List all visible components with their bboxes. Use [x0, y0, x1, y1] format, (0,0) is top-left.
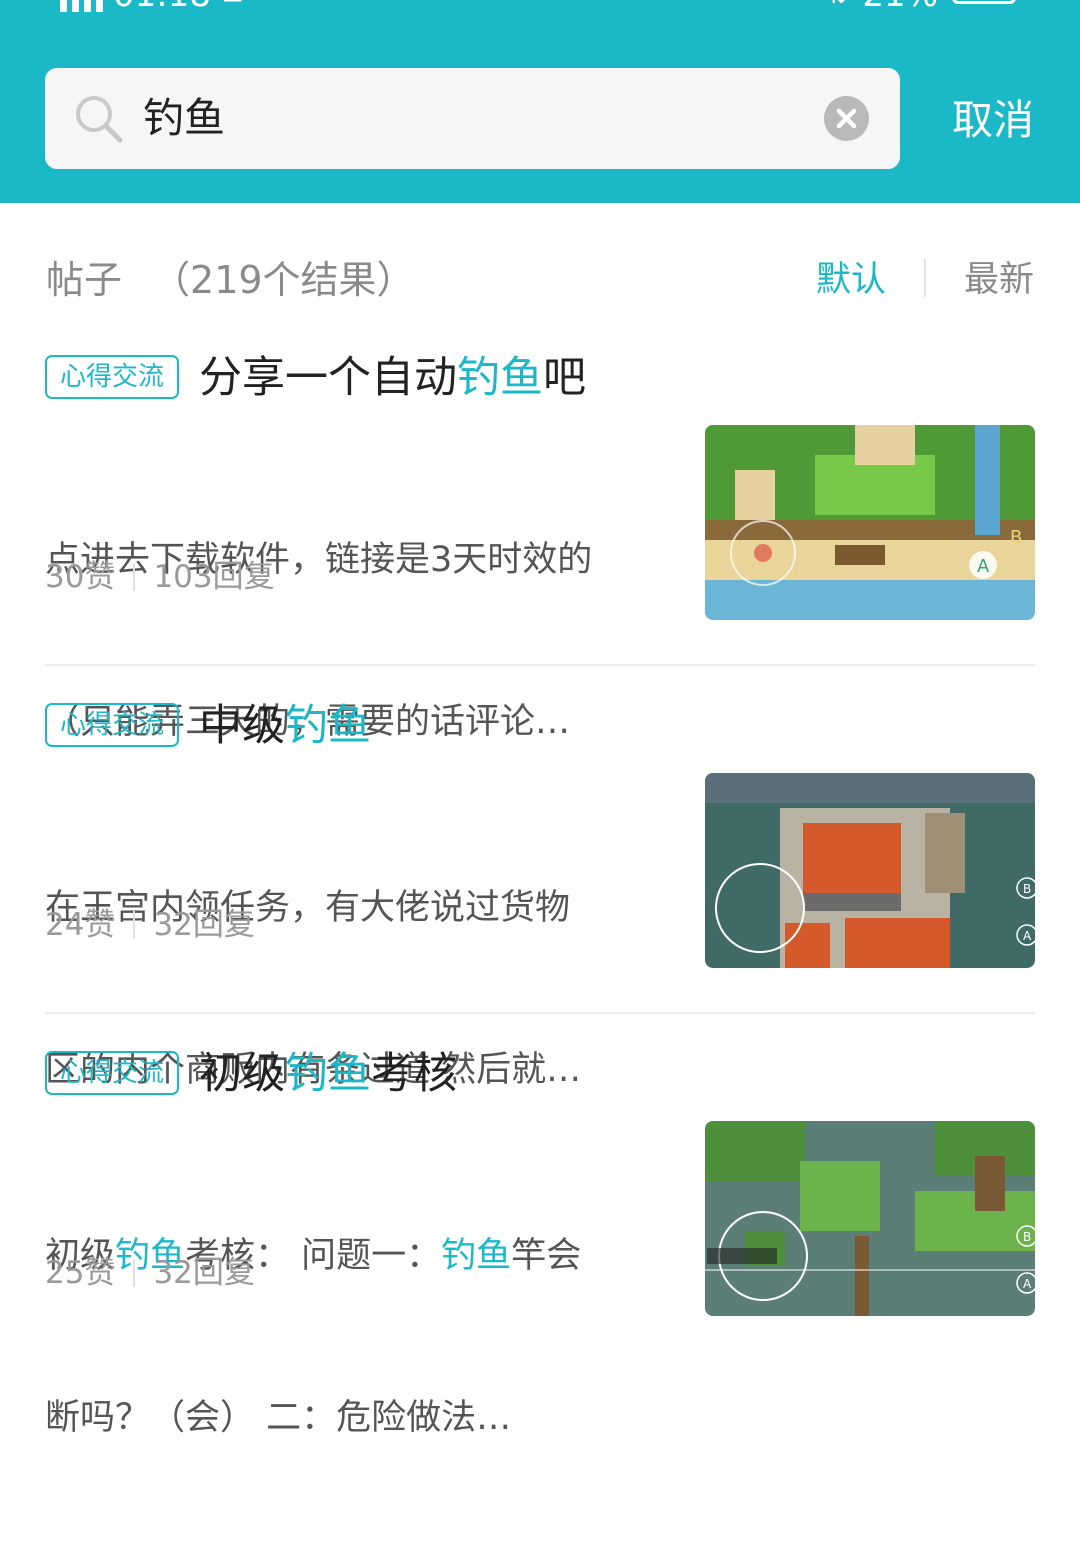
- post-title[interactable]: 中级钓鱼: [199, 691, 371, 761]
- stat-divider: [133, 911, 136, 939]
- svg-text:B: B: [1010, 527, 1022, 548]
- reply-count: 103回复: [153, 559, 275, 595]
- battery-icon: [952, 0, 1016, 4]
- status-bar: 01:18 ≡ ⇅ 21%: [0, 0, 1080, 12]
- results-title: 帖子 （219个结果）: [46, 252, 415, 308]
- post-thumbnail[interactable]: A B: [705, 425, 1035, 620]
- post-stats: 30赞 103回复: [45, 553, 275, 601]
- close-icon: [836, 108, 857, 129]
- post-thumbnail[interactable]: B A: [705, 1121, 1035, 1316]
- post-tag[interactable]: 心得交流: [45, 355, 179, 399]
- like-count: 30赞: [45, 559, 116, 595]
- section-label: 帖子: [46, 258, 123, 302]
- status-time: 01:18: [113, 0, 211, 12]
- post-divider: [45, 1012, 1035, 1014]
- post-tag[interactable]: 心得交流: [45, 1051, 179, 1095]
- status-right: ⇅ 21%: [827, 0, 1016, 12]
- post-divider: [45, 664, 1035, 666]
- wifi-icon: ⇅: [827, 0, 849, 12]
- post-tag[interactable]: 心得交流: [45, 703, 179, 747]
- search-box[interactable]: [45, 68, 900, 169]
- post-title[interactable]: 初级钓鱼考核: [199, 1039, 457, 1109]
- svg-text:B: B: [1023, 1230, 1031, 1244]
- svg-text:A: A: [977, 556, 990, 577]
- post-item[interactable]: 心得交流 中级钓鱼 在王宫内领任务，有大佬说过货物 区的内个商贩内有条过道 然后…: [45, 701, 1035, 1090]
- post-title[interactable]: 分享一个自动钓鱼吧: [199, 343, 586, 413]
- sort-latest-tab[interactable]: 最新: [964, 252, 1034, 308]
- sort-default-tab[interactable]: 默认: [816, 252, 886, 308]
- clear-search-button[interactable]: [824, 96, 869, 141]
- post-stats: 25赞 32回复: [45, 1249, 255, 1297]
- svg-text:B: B: [1023, 882, 1031, 896]
- results-header: 帖子 （219个结果） 默认 最新: [46, 252, 1034, 308]
- notification-icon: ≡: [221, 0, 244, 12]
- like-count: 24赞: [45, 907, 116, 943]
- status-left: 01:18 ≡: [60, 0, 244, 12]
- battery-percent: 21%: [862, 0, 938, 12]
- post-item[interactable]: 心得交流 初级钓鱼考核 初级钓鱼考核： 问题一：钓鱼竿会 断吗？（会） 二：危险…: [45, 1049, 1035, 1438]
- stat-divider: [133, 1259, 136, 1287]
- result-count: （219个结果）: [152, 258, 415, 302]
- svg-text:A: A: [1023, 1277, 1032, 1291]
- search-header: 01:18 ≡ ⇅ 21% 取消: [0, 0, 1080, 203]
- signal-icon: [60, 0, 103, 12]
- reply-count: 32回复: [153, 907, 255, 943]
- sort-divider: [924, 259, 926, 297]
- stat-divider: [133, 563, 136, 591]
- post-item[interactable]: 心得交流 分享一个自动钓鱼吧 点进去下载软件，链接是3天时效的 （只能弄三天的，…: [45, 353, 1035, 742]
- post-thumbnail[interactable]: B A: [705, 773, 1035, 968]
- search-icon: [76, 96, 123, 143]
- svg-text:A: A: [1023, 929, 1032, 943]
- post-excerpt: 初级钓鱼考核： 问题一：钓鱼竿会 断吗？（会） 二：危险做法…: [45, 1236, 582, 1438]
- search-input[interactable]: [143, 68, 803, 169]
- reply-count: 32回复: [153, 1255, 255, 1291]
- cancel-button[interactable]: 取消: [952, 92, 1034, 148]
- like-count: 25赞: [45, 1255, 116, 1291]
- post-stats: 24赞 32回复: [45, 901, 255, 949]
